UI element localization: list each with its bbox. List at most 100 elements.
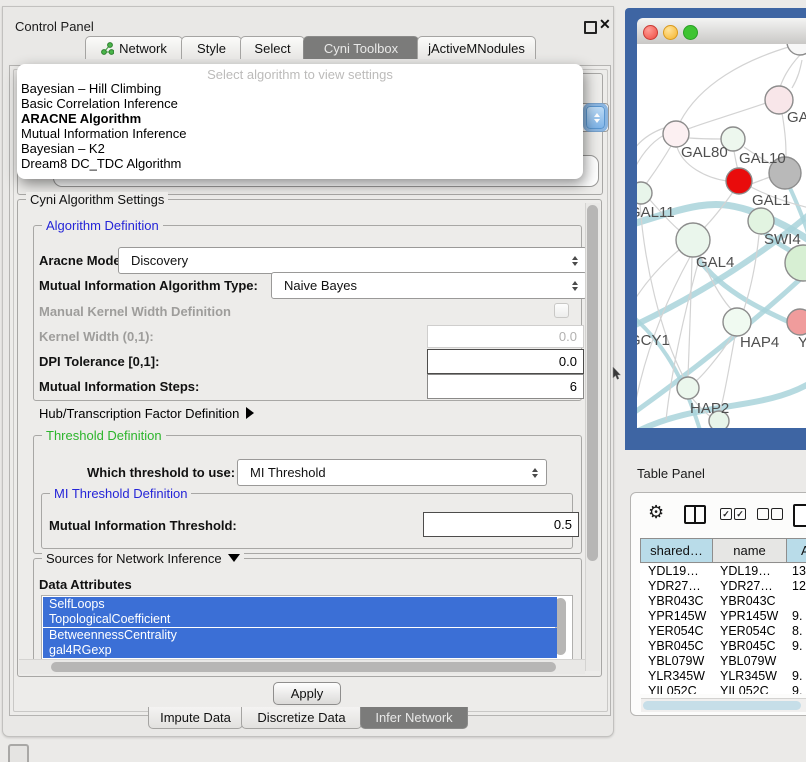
close-traffic-light[interactable] <box>643 25 658 40</box>
network-edge[interactable] <box>689 138 721 139</box>
network-edge[interactable] <box>703 192 733 229</box>
table-row[interactable]: YLR345WYLR345W9. <box>640 669 806 684</box>
table-cell: 9. <box>786 609 806 624</box>
manual-kernel-width-checkbox[interactable] <box>554 303 569 318</box>
settings-vertical-scrollbar[interactable] <box>585 203 600 671</box>
hub-definition-toggle[interactable]: Hub/Transcription Factor Definition <box>39 406 254 421</box>
network-node[interactable] <box>787 44 806 55</box>
table-cell: YBL079W <box>640 654 712 669</box>
which-threshold-combo[interactable]: MI Threshold <box>237 459 547 486</box>
network-edge[interactable] <box>734 151 738 169</box>
network-canvas[interactable]: GAL2GAL80GAL10GAL1GAL11SWI4GAL4GCY1HAP4Y… <box>637 44 806 428</box>
algorithm-option[interactable]: Mutual Information Inference <box>21 126 186 141</box>
algorithm-placeholder: Select algorithm to view settings <box>17 67 583 82</box>
column-header-A[interactable]: A <box>786 538 806 563</box>
node-label: HAP4 <box>740 334 779 351</box>
screen: Control Panel ✕ galFiltered.sif default … <box>0 0 806 762</box>
close-icon[interactable]: ✕ <box>599 16 611 33</box>
expand-right-icon <box>246 407 254 419</box>
mi-threshold-field[interactable]: 0.5 <box>423 512 579 537</box>
column-header-shared[interactable]: shared… <box>640 538 713 563</box>
new-table-icon[interactable] <box>793 504 806 527</box>
zoom-traffic-light[interactable] <box>683 25 698 40</box>
split-columns-icon[interactable] <box>684 505 706 524</box>
tab-select[interactable]: Select <box>240 36 305 59</box>
settings-horizontal-scrollbar[interactable] <box>19 659 585 674</box>
unchecked-box-icon[interactable] <box>771 508 783 520</box>
kernel-width-field[interactable]: 0.0 <box>427 325 584 348</box>
settings-horizontal-thumb[interactable] <box>51 662 556 672</box>
combo-spinner-button[interactable] <box>586 106 605 129</box>
algorithm-option[interactable]: Basic Correlation Inference <box>21 96 178 111</box>
table-row[interactable]: YDL19…YDL19…13 <box>640 564 806 579</box>
table-row[interactable]: YBR043CYBR043C <box>640 594 806 609</box>
aracne-mode-combo[interactable]: Discovery <box>118 247 587 274</box>
tab-style[interactable]: Style <box>181 36 242 59</box>
network-edge[interactable] <box>688 103 766 129</box>
attribute-item[interactable]: SelfLoops <box>43 597 557 612</box>
network-edge[interactable] <box>688 257 692 377</box>
tab-cyni-toolbox[interactable]: Cyni Toolbox <box>303 36 419 59</box>
algorithm-option[interactable]: Bayesian – Hill Climbing <box>21 81 161 96</box>
mi-steps-field[interactable]: 6 <box>427 374 584 399</box>
table-row[interactable]: YBR045CYBR045C9. <box>640 639 806 654</box>
float-window-icon[interactable] <box>584 21 597 34</box>
mi-algorithm-type-combo[interactable]: Naive Bayes <box>271 272 587 299</box>
table-row[interactable]: YER054CYER054C8. <box>640 624 806 639</box>
tab-label: Network <box>119 41 167 56</box>
algorithm-option[interactable]: ARACNE Algorithm <box>21 111 141 126</box>
aracne-mode-label: Aracne Mode: <box>39 253 125 268</box>
algorithm-option[interactable]: Bayesian – K2 <box>21 141 105 156</box>
minimize-traffic-light[interactable] <box>663 25 678 40</box>
apply-button[interactable]: Apply <box>273 682 341 705</box>
column-header-name[interactable]: name <box>712 538 787 563</box>
table-cell: YBR043C <box>640 594 712 609</box>
network-edge[interactable] <box>637 128 664 178</box>
tab-jactivemnodules[interactable]: jActiveMNodules <box>417 36 536 59</box>
network-node-hap4[interactable] <box>723 308 751 336</box>
unchecked-box-icon[interactable] <box>757 508 769 520</box>
network-edge[interactable] <box>646 146 671 184</box>
table-row[interactable]: YBL079WYBL079W <box>640 654 806 669</box>
node-label: GAL4 <box>696 254 734 271</box>
table-horizontal-scrollbar[interactable] <box>641 698 806 712</box>
network-node-gal4[interactable] <box>676 223 710 257</box>
network-node-gal11[interactable] <box>637 182 652 204</box>
attribute-item[interactable]: TopologicalCoefficient <box>43 612 557 627</box>
table-row[interactable]: YIL052CYIL052C9. <box>640 684 806 694</box>
attribute-item[interactable]: BetweennessCentrality <box>43 628 557 643</box>
bottom-tab-impute-data[interactable]: Impute Data <box>148 707 243 729</box>
sources-group-title[interactable]: Sources for Network Inference <box>42 551 244 566</box>
network-window-titlebar[interactable] <box>637 18 806 45</box>
table-horizontal-thumb[interactable] <box>643 701 801 710</box>
checked-box-icon[interactable]: ✓ <box>720 508 732 520</box>
table-row[interactable]: YDR27…YDR27…12 <box>640 579 806 594</box>
network-edge[interactable] <box>780 55 800 87</box>
attribute-item[interactable]: gal4RGexp <box>43 643 557 658</box>
table-row[interactable]: YPR145WYPR145W9. <box>640 609 806 624</box>
node-label: GAL2 <box>787 109 806 126</box>
network-node-hap2[interactable] <box>677 377 699 399</box>
checked-box-icon[interactable]: ✓ <box>734 508 746 520</box>
which-threshold-value: MI Threshold <box>250 465 326 480</box>
table-cell: YLR345W <box>640 669 712 684</box>
network-edge[interactable] <box>792 60 802 88</box>
dpi-tolerance-field[interactable]: 0.0 <box>427 349 584 374</box>
node-label: GAL1 <box>752 192 790 209</box>
settings-vertical-thumb[interactable] <box>587 205 598 561</box>
table-cell: 9. <box>786 684 806 694</box>
network-edge[interactable] <box>751 177 770 184</box>
data-attributes-list[interactable]: SelfLoopsTopologicalCoefficientBetweenne… <box>41 595 573 660</box>
table-cell: YIL052C <box>640 684 712 694</box>
network-node-gal1[interactable] <box>726 168 752 194</box>
tab-network[interactable]: Network <box>85 36 183 59</box>
table-cell: YER054C <box>640 624 712 639</box>
minimized-panel-button[interactable] <box>8 744 29 762</box>
bottom-tab-discretize-data[interactable]: Discretize Data <box>241 707 362 729</box>
table-body: YDL19…YDL19…13YDR27…YDR27…12YBR043CYBR04… <box>640 564 806 694</box>
bottom-tab-infer-network[interactable]: Infer Network <box>360 707 468 729</box>
gear-icon[interactable]: ⚙ <box>648 503 664 521</box>
node-label: SWI4 <box>764 231 801 248</box>
network-node-yj[interactable] <box>787 309 806 335</box>
algorithm-option[interactable]: Dream8 DC_TDC Algorithm <box>21 156 181 171</box>
